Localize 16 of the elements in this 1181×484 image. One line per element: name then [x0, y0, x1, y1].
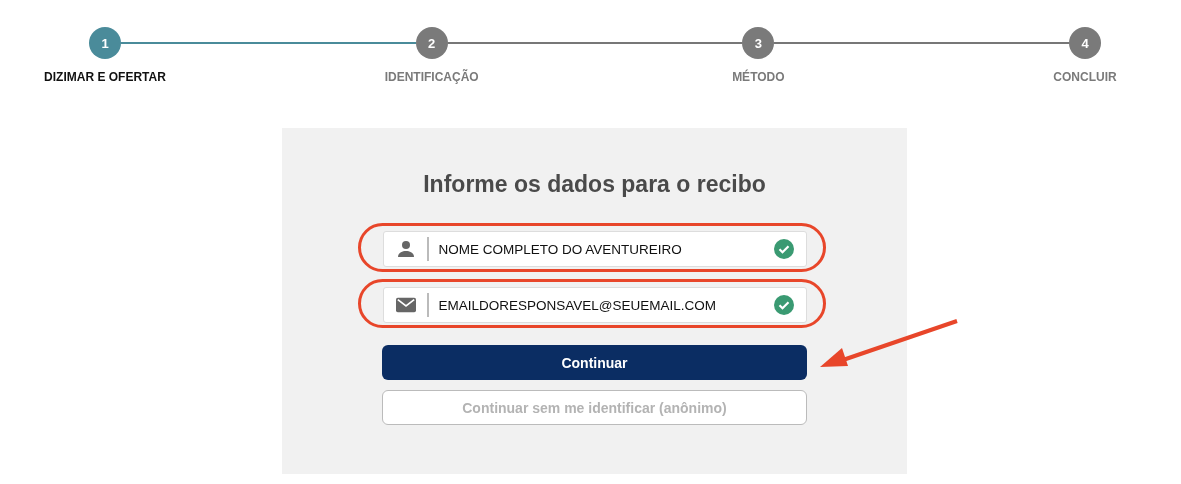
person-icon — [395, 239, 416, 259]
envelope-icon — [395, 297, 416, 313]
continue-button[interactable]: Continuar — [382, 345, 807, 380]
step-circle[interactable]: 2 — [415, 27, 448, 59]
step-circle[interactable]: 4 — [1069, 27, 1101, 59]
field-value[interactable]: NOME COMPLETO DO AVENTUREIRO — [438, 241, 774, 257]
form-title: Informe os dados para o recibo — [423, 171, 766, 198]
step-circle[interactable]: 3 — [742, 27, 775, 59]
step-label: DIZIMAR E OFERTAR — [44, 70, 166, 84]
input-field[interactable]: NOME COMPLETO DO AVENTUREIRO — [382, 231, 807, 267]
step-label: CONCLUIR — [1053, 70, 1117, 84]
step-label: IDENTIFICAÇÃO — [384, 70, 479, 84]
step-circle[interactable]: 1 — [89, 27, 121, 59]
input-field[interactable]: EMAILDORESPONSAVEL@SEUEMAIL.COM — [382, 287, 807, 323]
field-value[interactable]: EMAILDORESPONSAVEL@SEUEMAIL.COM — [438, 297, 774, 313]
step-label: MÉTODO — [732, 70, 785, 84]
